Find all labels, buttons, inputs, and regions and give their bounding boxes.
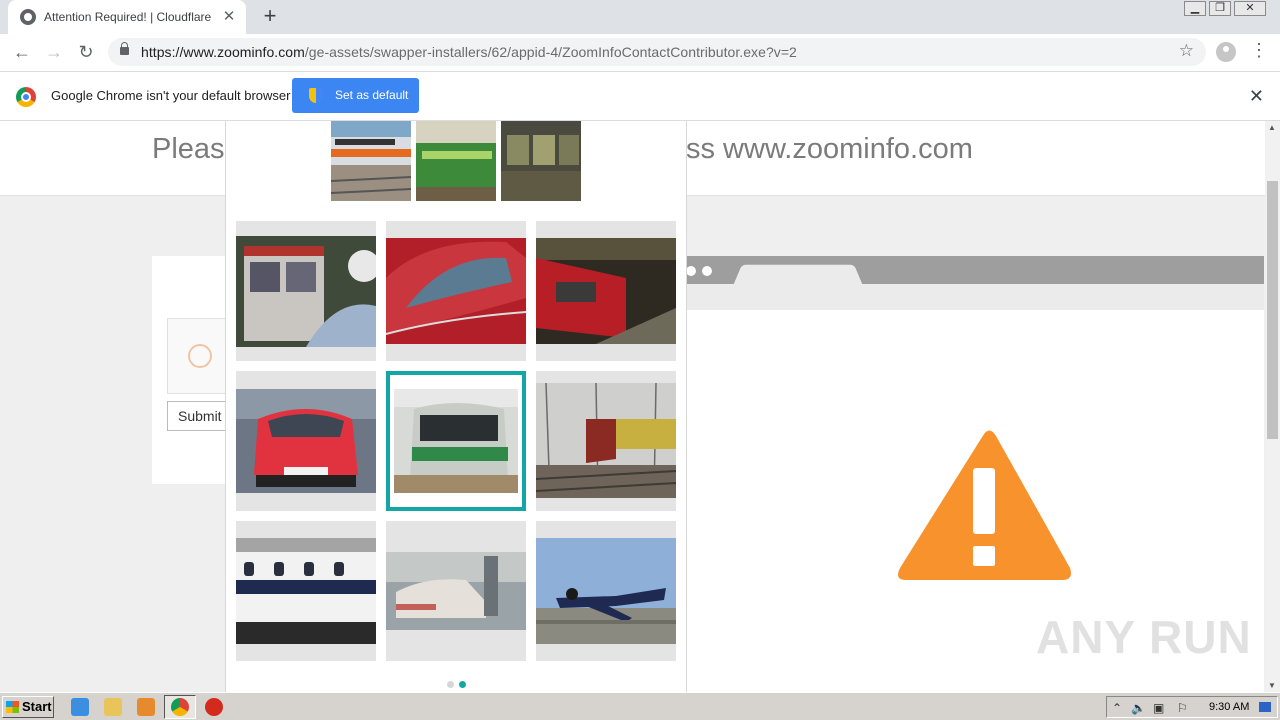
tile-image — [386, 238, 526, 344]
forward-button[interactable]: → — [42, 41, 66, 65]
watermark-logo: ANY RUN — [1036, 611, 1252, 663]
media-player-icon[interactable] — [137, 698, 155, 716]
chrome-logo-icon — [16, 87, 36, 107]
tile-image — [386, 552, 526, 630]
captcha-form: Submit — [152, 256, 232, 484]
illustration-dot — [686, 266, 696, 276]
illustration-urlbar — [686, 284, 1264, 310]
illustration-dot — [702, 266, 712, 276]
tile-image — [394, 389, 518, 493]
tray-expand-icon[interactable]: ⌃ — [1112, 701, 1122, 715]
tile-image — [236, 538, 376, 644]
submit-button[interactable]: Submit — [167, 401, 232, 431]
pager-dot-2[interactable] — [459, 681, 466, 688]
browser-toolbar: ← → ↻ https://www.zoominfo.com/ge-assets… — [0, 34, 1280, 71]
reload-button[interactable]: ↻ — [74, 41, 98, 65]
scroll-up-icon[interactable]: ▲ — [1268, 123, 1276, 132]
pager-dot-1[interactable] — [447, 681, 454, 688]
back-button[interactable]: ← — [10, 41, 34, 65]
close-window-button[interactable]: ✕ — [1234, 1, 1266, 16]
challenge-tile-freight-train[interactable] — [536, 371, 676, 511]
windows-logo-icon — [6, 701, 19, 713]
profile-avatar-icon[interactable] — [1216, 42, 1236, 62]
flag-icon[interactable]: ⚐ — [1177, 701, 1188, 715]
challenge-tile-green-train[interactable] — [386, 371, 526, 511]
captcha-widget[interactable] — [167, 318, 232, 394]
system-tray: ⌃ 🔈 ▣ ⚐ 9:30 AM — [1106, 696, 1278, 718]
tile-image — [536, 538, 676, 644]
stop-app-icon[interactable] — [205, 698, 223, 716]
tab-close-icon[interactable]: ✕ — [220, 8, 238, 26]
example-image-train-orange — [331, 121, 411, 201]
globe-icon — [20, 9, 36, 25]
show-desktop-icon[interactable] — [1259, 702, 1271, 712]
set-as-default-button[interactable]: Set as default — [292, 78, 419, 113]
default-browser-infobar: Google Chrome isn't your default browser… — [0, 71, 1280, 121]
page-content: Please ss www.zoominfo.com Submit — [0, 121, 1265, 692]
challenge-tile-red-hatchback[interactable] — [236, 371, 376, 511]
tile-image — [536, 383, 676, 498]
new-tab-button[interactable]: + — [258, 5, 282, 29]
browser-tab[interactable]: Attention Required! | Cloudflare ✕ — [8, 0, 246, 34]
folder-icon[interactable] — [104, 698, 122, 716]
url-text[interactable]: https://www.zoominfo.com/ge-assets/swapp… — [141, 44, 797, 60]
minimize-button[interactable]: ▁ — [1184, 1, 1206, 16]
shield-icon — [309, 88, 323, 103]
infobar-message: Google Chrome isn't your default browser — [51, 88, 291, 103]
challenge-tile-red-car[interactable] — [386, 221, 526, 361]
tab-title: Attention Required! | Cloudflare — [44, 10, 212, 24]
bookmark-star-icon[interactable]: ☆ — [1179, 41, 1194, 61]
tile-image — [236, 236, 376, 347]
example-image-train-interior — [501, 121, 581, 201]
spinner-icon — [188, 344, 212, 368]
restore-button[interactable]: ❐ — [1209, 1, 1231, 16]
scroll-thumb[interactable] — [1267, 181, 1278, 439]
lock-icon — [120, 42, 129, 55]
tile-image — [236, 389, 376, 493]
image-challenge-modal — [225, 121, 687, 692]
kebab-menu-icon[interactable]: ⋮ — [1250, 40, 1268, 61]
challenge-tile-airplane[interactable] — [536, 521, 676, 661]
warning-icon — [898, 430, 1071, 580]
clock[interactable]: 9:30 AM — [1209, 701, 1249, 713]
illustration-titlebar — [686, 256, 1264, 285]
challenge-tile-train-platform[interactable] — [536, 221, 676, 361]
taskbar: Start ⌃ 🔈 ▣ ⚐ 9:30 AM — [0, 692, 1280, 720]
challenge-tile-faded-car[interactable] — [386, 521, 526, 661]
example-image-train-green — [416, 121, 496, 201]
header-text-right: ss www.zoominfo.com — [686, 133, 973, 165]
network-icon[interactable]: ▣ — [1153, 701, 1164, 715]
address-bar[interactable]: https://www.zoominfo.com/ge-assets/swapp… — [108, 38, 1206, 66]
page-scrollbar[interactable]: ▲ ▼ — [1265, 121, 1280, 692]
start-button[interactable]: Start — [2, 696, 54, 718]
illustration-tab — [733, 264, 863, 285]
challenge-tile-train-side[interactable] — [236, 521, 376, 661]
tile-image — [536, 238, 676, 344]
infobar-close-icon[interactable]: ✕ — [1249, 86, 1264, 107]
scroll-down-icon[interactable]: ▼ — [1268, 681, 1276, 690]
challenge-tile-bus[interactable] — [236, 221, 376, 361]
ie-icon[interactable] — [71, 698, 89, 716]
chrome-icon — [171, 698, 189, 716]
chrome-taskbar-button[interactable] — [164, 695, 196, 719]
volume-icon[interactable]: 🔈 — [1131, 701, 1146, 715]
tab-strip: Attention Required! | Cloudflare ✕ + ▁ ❐… — [0, 0, 1280, 34]
start-label: Start — [22, 699, 52, 714]
